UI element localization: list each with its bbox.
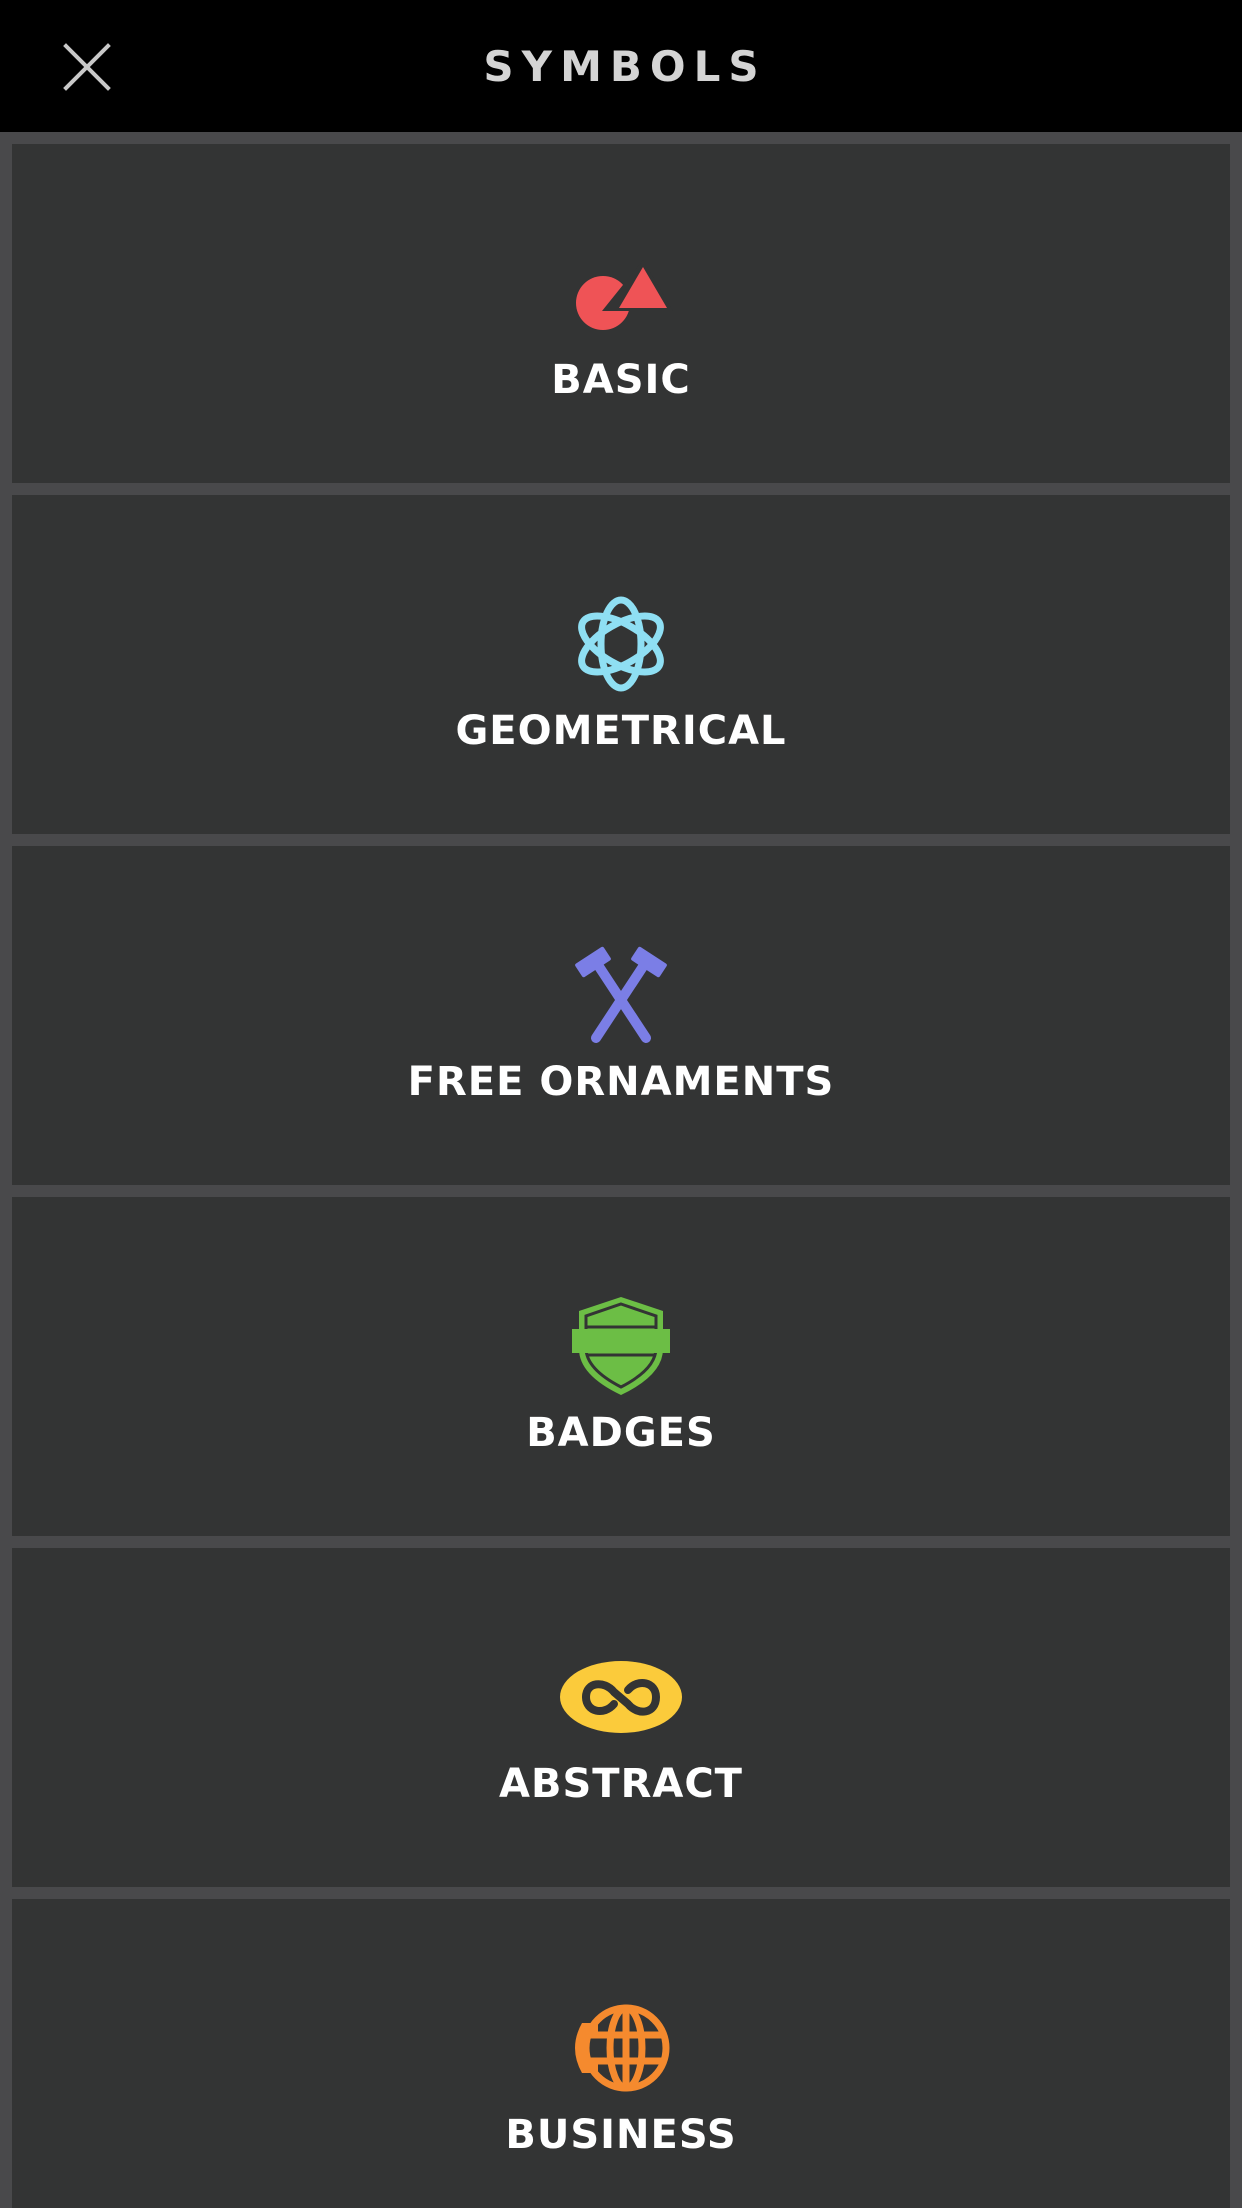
category-label: BASIC [551,357,691,403]
shapes-icon [556,238,686,348]
infinity-icon [556,1642,686,1752]
category-card-business[interactable]: BUSINESS [12,1899,1230,2208]
category-label: BUSINESS [505,2112,737,2158]
category-card-basic[interactable]: BASIC [12,144,1230,483]
category-card-abstract[interactable]: ABSTRACT [12,1548,1230,1887]
category-label: GEOMETRICAL [455,708,787,754]
category-card-free-ornaments[interactable]: FREE ORNAMENTS [12,846,1230,1185]
category-label: FREE ORNAMENTS [407,1059,835,1105]
symbols-screen: SYMBOLS BASIC GEOMETRICAL FREE ORNAMENTS… [0,0,1242,2208]
geometric-flower-icon [556,589,686,699]
page-title: SYMBOLS [483,42,767,91]
crossed-hammers-icon [556,940,686,1050]
globe-phone-icon [556,1993,686,2103]
category-card-badges[interactable]: BADGES [12,1197,1230,1536]
top-bar: SYMBOLS [0,0,1242,132]
category-label: BADGES [526,1410,716,1456]
shield-badge-icon [556,1291,686,1401]
category-list[interactable]: BASIC GEOMETRICAL FREE ORNAMENTS BADGES … [0,132,1242,2208]
category-label: ABSTRACT [499,1761,743,1807]
category-card-geometrical[interactable]: GEOMETRICAL [12,495,1230,834]
